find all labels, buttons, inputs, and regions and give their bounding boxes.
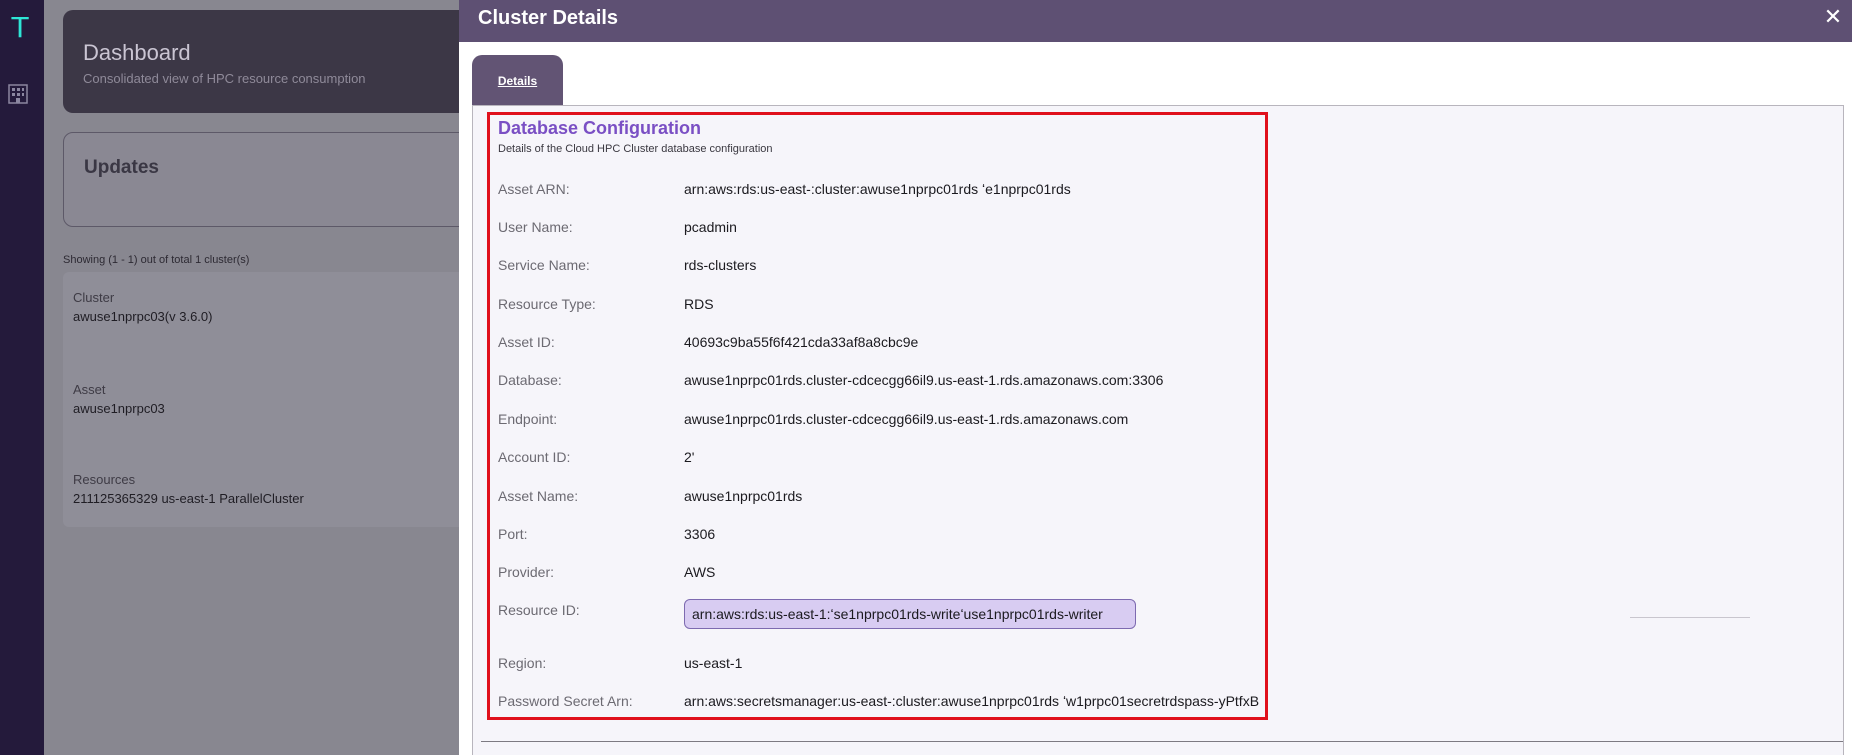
asset-name-value: awuse1nprpc01rds (684, 488, 803, 504)
dashboard-header-card: Dashboard Consolidated view of HPC resou… (63, 10, 483, 113)
updates-card: Updates (63, 132, 483, 227)
close-icon[interactable]: ✕ (1822, 6, 1844, 28)
port-value: 3306 (684, 526, 716, 542)
left-rail: T (0, 0, 44, 755)
asset-arn-label: Asset ARN: (498, 181, 570, 197)
resource-id-label: Resource ID: (498, 602, 580, 618)
account-id-label: Account ID: (498, 449, 571, 465)
section-subtitle: Details of the Cloud HPC Cluster databas… (498, 143, 773, 155)
resource-type-label: Resource Type: (498, 296, 596, 312)
updates-title: Updates (84, 157, 159, 178)
endpoint-label: Endpoint: (498, 411, 558, 427)
tab-details-label: Details (497, 74, 538, 88)
resource-id-chip[interactable]: arn:aws:rds:us-east-1:ʻse1nprpc01rds-wri… (684, 599, 1136, 629)
asset-value: awuse1nprpc03 (73, 401, 165, 416)
cluster-label: Cluster (73, 290, 115, 305)
password-secret-arn-value: arn:aws:secretsmanager:us-east-:cluster:… (684, 693, 1260, 709)
password-secret-arn-label: Password Secret Arn: (498, 693, 633, 709)
resource-type-value: RDS (684, 296, 714, 312)
divider (481, 741, 1843, 742)
database-label: Database: (498, 372, 562, 388)
region-label: Region: (498, 655, 547, 671)
modal-header: Cluster Details ✕ (459, 0, 1852, 42)
asset-arn-value: arn:aws:rds:us-east-:cluster:awuse1nprpc… (684, 181, 1071, 197)
user-name-label: User Name: (498, 219, 573, 235)
asset-label: Asset (73, 382, 106, 397)
database-value: awuse1nprpc01rds.cluster-cdcecgg66il9.us… (684, 372, 1164, 388)
resource-id-value: arn:aws:rds:us-east-1:ʻse1nprpc01rds-wri… (692, 606, 1103, 622)
tab-details[interactable]: Details (472, 55, 563, 107)
resources-label: Resources (73, 472, 136, 487)
asset-id-label: Asset ID: (498, 334, 555, 350)
region-value: us-east-1 (684, 655, 743, 671)
provider-value: AWS (684, 564, 716, 580)
resources-value: 211125365329 us-east-1 ParallelCluster (73, 491, 304, 506)
asset-name-label: Asset Name: (498, 488, 579, 504)
section-title: Database Configuration (498, 118, 702, 138)
service-name-value: rds-clusters (684, 257, 757, 273)
service-name-label: Service Name: (498, 257, 590, 273)
endpoint-value: awuse1nprpc01rds.cluster-cdcecgg66il9.us… (684, 411, 1129, 427)
cluster-card[interactable]: Cluster awuse1nprpc03(v 3.6.0) Asset awu… (63, 272, 483, 527)
user-name-value: pcadmin (684, 219, 737, 235)
port-label: Port: (498, 526, 528, 542)
account-id-value: 2' (684, 449, 695, 465)
modal-title: Cluster Details (478, 7, 619, 29)
dashboard-subtitle: Consolidated view of HPC resource consum… (83, 71, 366, 86)
cluster-value: awuse1nprpc03(v 3.6.0) (73, 309, 213, 324)
cluster-details-modal: Cluster Details ✕ Details Database Confi… (459, 0, 1852, 755)
dashboard-title: Dashboard (83, 40, 191, 65)
app-logo[interactable]: T (8, 12, 32, 44)
details-panel: Database Configuration Details of the Cl… (472, 105, 1844, 755)
building-icon[interactable] (7, 83, 29, 105)
divider (1630, 617, 1750, 618)
provider-label: Provider: (498, 564, 555, 580)
database-configuration-section: Database Configuration Details of the Cl… (487, 112, 1268, 720)
cluster-count-text: Showing (1 - 1) out of total 1 cluster(s… (63, 254, 250, 266)
asset-id-value: 40693c9ba55f6f421cda33af8a8cbc9e (684, 334, 919, 350)
